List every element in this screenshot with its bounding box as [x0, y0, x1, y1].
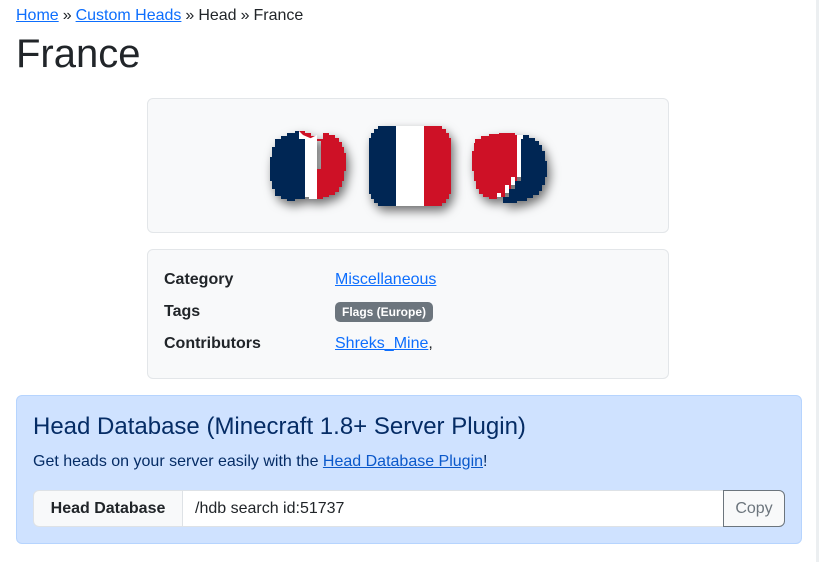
command-prefix-label: Head Database — [33, 490, 183, 527]
breadcrumb-separator: » — [62, 7, 72, 24]
contributors-list: Shreks_Mine, — [335, 332, 433, 356]
contributors-label: Contributors — [164, 335, 261, 352]
breadcrumb-custom-heads-link[interactable]: Custom Heads — [76, 7, 182, 24]
tags-list: Flags (Europe) — [335, 300, 434, 324]
breadcrumb-home-link[interactable]: Home — [16, 7, 59, 24]
command-input-group: Head Database Copy — [33, 490, 785, 527]
tags-row: Tags Flags (Europe) — [164, 300, 652, 324]
tag-badge[interactable]: Flags (Europe) — [335, 301, 434, 322]
breadcrumb-separator: » — [185, 7, 195, 24]
promo-text-after: ! — [483, 453, 488, 470]
promo-text-before: Get heads on your server easily with the — [33, 453, 323, 470]
promo-title: Head Database (Minecraft 1.8+ Server Plu… — [33, 413, 526, 440]
breadcrumb-separator: » — [240, 7, 250, 24]
head-database-plugin-link[interactable]: Head Database Plugin — [323, 453, 483, 470]
copy-button[interactable]: Copy — [723, 490, 785, 527]
head-render-row — [148, 119, 668, 215]
head-preview-card — [147, 98, 669, 233]
france-flag-head-right-icon — [472, 133, 547, 203]
page-title: France — [16, 32, 141, 76]
breadcrumb-head: Head — [198, 7, 237, 24]
breadcrumb-current: France — [253, 7, 304, 24]
category-row: Category Miscellaneous — [164, 268, 652, 292]
breadcrumb: Home» Custom Heads» Head» France — [16, 6, 303, 26]
head-database-alert: Head Database (Minecraft 1.8+ Server Plu… — [16, 395, 802, 544]
france-flag-head-front-icon — [369, 126, 451, 206]
category-label: Category — [164, 271, 234, 288]
contributors-separator: , — [428, 335, 433, 352]
head-info-card: Category Miscellaneous Tags Flags (Europ… — [147, 249, 669, 379]
france-flag-head-left-icon — [270, 131, 346, 201]
command-input[interactable] — [182, 490, 724, 527]
tags-label: Tags — [164, 303, 201, 320]
contributors-row: Contributors Shreks_Mine, — [164, 332, 652, 356]
category-link[interactable]: Miscellaneous — [335, 268, 436, 292]
promo-text: Get heads on your server easily with the… — [33, 451, 487, 473]
contributor-link[interactable]: Shreks_Mine — [335, 335, 428, 352]
